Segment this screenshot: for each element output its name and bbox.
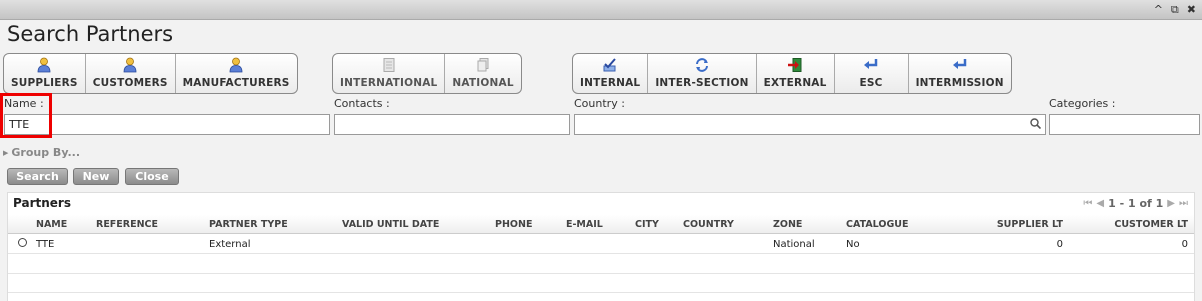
col-phone[interactable]: PHONE bbox=[495, 219, 532, 230]
cell-zone: National bbox=[773, 239, 815, 250]
prev-page-icon[interactable]: ◀ bbox=[1096, 198, 1104, 209]
partner-category-group: SUPPLIERS CUSTOMERS MANUFACTURERS bbox=[3, 53, 298, 94]
esc-label: ESC bbox=[859, 77, 883, 89]
empty-row bbox=[8, 274, 1194, 293]
person-icon bbox=[228, 57, 244, 73]
intermission-button[interactable]: INTERMISSION bbox=[909, 54, 1011, 93]
contacts-label: Contacts : bbox=[334, 97, 390, 110]
group-by-label: Group By... bbox=[11, 146, 81, 159]
pager-info: 1 - 1 of 1 bbox=[1108, 197, 1164, 210]
group-by-toggle[interactable]: ▶ Group By... bbox=[3, 146, 80, 159]
col-email[interactable]: E-MAIL bbox=[566, 219, 603, 230]
categories-label: Categories : bbox=[1049, 97, 1116, 110]
inter-section-label: INTER-SECTION bbox=[655, 77, 749, 89]
international-label: INTERNATIONAL bbox=[340, 77, 438, 89]
return-arrow-icon bbox=[952, 57, 968, 73]
next-page-icon[interactable]: ▶ bbox=[1167, 198, 1175, 209]
col-name[interactable]: NAME bbox=[36, 219, 67, 230]
customers-button[interactable]: CUSTOMERS bbox=[86, 54, 176, 93]
contacts-input[interactable] bbox=[334, 114, 570, 135]
internal-button[interactable]: INTERNAL bbox=[573, 54, 649, 93]
col-customer-lt[interactable]: CUSTOMER LT bbox=[1114, 219, 1188, 230]
national-button[interactable]: NATIONAL bbox=[445, 54, 520, 93]
esc-button[interactable]: ESC bbox=[835, 54, 909, 93]
table-header: NAME REFERENCE PARTNER TYPE VALID UNTIL … bbox=[8, 215, 1194, 234]
manufacturers-button[interactable]: MANUFACTURERS bbox=[176, 54, 297, 93]
results-title: Partners bbox=[13, 196, 71, 210]
new-button[interactable]: New bbox=[73, 168, 119, 185]
zone-group: INTERNATIONAL NATIONAL bbox=[332, 53, 522, 94]
table-row[interactable]: TTE External National No 0 0 bbox=[8, 235, 1194, 254]
document-icon bbox=[475, 57, 491, 73]
empty-row bbox=[8, 255, 1194, 274]
refresh-icon bbox=[694, 57, 710, 73]
national-label: NATIONAL bbox=[452, 77, 514, 89]
col-catalogue[interactable]: CATALOGUE bbox=[846, 219, 908, 230]
country-input[interactable] bbox=[574, 114, 1046, 135]
country-label: Country : bbox=[574, 97, 625, 110]
expand-triangle-icon: ▶ bbox=[3, 149, 9, 157]
customers-label: CUSTOMERS bbox=[92, 77, 168, 89]
col-partner-type[interactable]: PARTNER TYPE bbox=[209, 219, 288, 230]
window-titlebar: ^ ⧉ ✖ bbox=[0, 0, 1202, 20]
col-valid-until-date[interactable]: VALID UNTIL DATE bbox=[342, 219, 439, 230]
first-page-icon[interactable]: ⏮ bbox=[1083, 198, 1092, 209]
categories-input[interactable] bbox=[1049, 114, 1200, 135]
section-group: INTERNAL INTER-SECTION EXTERNAL ESC INTE… bbox=[572, 53, 1012, 94]
col-country[interactable]: COUNTRY bbox=[683, 219, 734, 230]
inter-section-button[interactable]: INTER-SECTION bbox=[648, 54, 757, 93]
suppliers-button[interactable]: SUPPLIERS bbox=[4, 54, 86, 93]
internal-label: INTERNAL bbox=[580, 77, 641, 89]
col-city[interactable]: CITY bbox=[635, 219, 659, 230]
collapse-icon[interactable]: ^ bbox=[1154, 3, 1163, 17]
search-icon[interactable] bbox=[1030, 118, 1042, 130]
col-reference[interactable]: REFERENCE bbox=[96, 219, 158, 230]
exit-icon bbox=[787, 57, 803, 73]
cell-supplier-lt: 0 bbox=[1056, 239, 1063, 250]
checkmark-edit-icon bbox=[602, 57, 618, 73]
manufacturers-label: MANUFACTURERS bbox=[182, 77, 290, 89]
international-button[interactable]: INTERNATIONAL bbox=[333, 54, 446, 93]
results-panel: Partners ⏮ ◀ 1 - 1 of 1 ▶ ⏭ NAME REFEREN… bbox=[7, 192, 1195, 301]
cell-partner-type: External bbox=[209, 239, 251, 250]
person-icon bbox=[36, 57, 52, 73]
col-supplier-lt[interactable]: SUPPLIER LT bbox=[997, 219, 1063, 230]
cell-name: TTE bbox=[36, 239, 55, 250]
window-controls: ^ ⧉ ✖ bbox=[1154, 3, 1196, 17]
external-button[interactable]: EXTERNAL bbox=[757, 54, 835, 93]
name-input[interactable]: TTE bbox=[4, 114, 330, 135]
intermission-label: INTERMISSION bbox=[915, 77, 1004, 89]
person-icon bbox=[122, 57, 138, 73]
last-page-icon[interactable]: ⏭ bbox=[1179, 198, 1188, 209]
close-icon[interactable]: ✖ bbox=[1187, 3, 1196, 17]
popout-icon[interactable]: ⧉ bbox=[1171, 3, 1179, 17]
page-title: Search Partners bbox=[7, 22, 174, 46]
pager: ⏮ ◀ 1 - 1 of 1 ▶ ⏭ bbox=[1083, 197, 1188, 210]
suppliers-label: SUPPLIERS bbox=[11, 77, 78, 89]
return-arrow-icon bbox=[863, 57, 879, 73]
col-zone[interactable]: ZONE bbox=[773, 219, 802, 230]
document-icon bbox=[381, 57, 397, 73]
row-select-radio[interactable] bbox=[18, 238, 27, 247]
name-field-highlight bbox=[0, 93, 52, 138]
cell-customer-lt: 0 bbox=[1181, 239, 1188, 250]
external-label: EXTERNAL bbox=[763, 77, 827, 89]
search-button[interactable]: Search bbox=[7, 168, 68, 185]
cell-catalogue: No bbox=[846, 239, 860, 250]
close-button[interactable]: Close bbox=[125, 168, 179, 185]
